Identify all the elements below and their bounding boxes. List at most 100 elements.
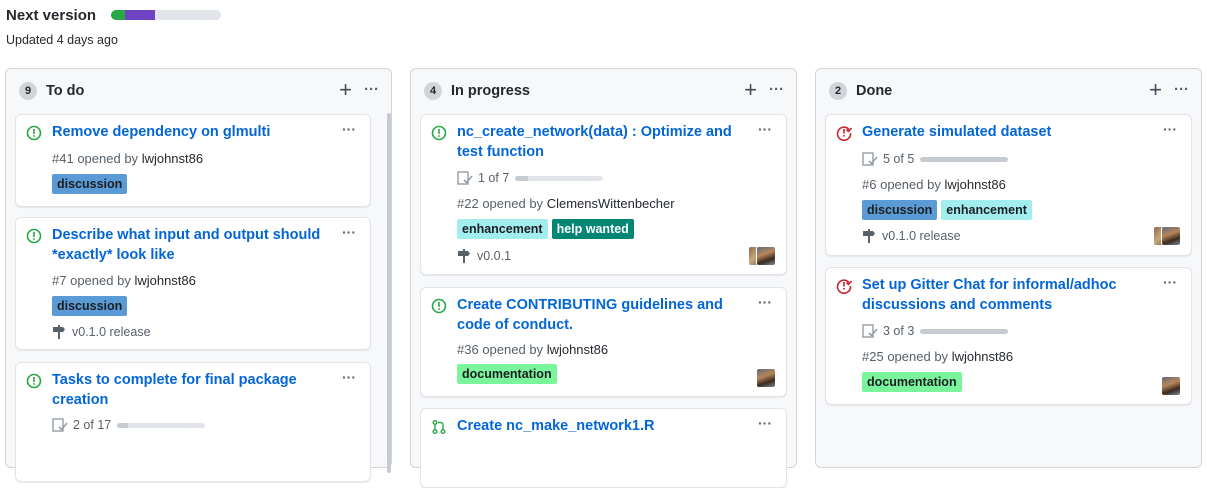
opened-by-text: opened by [880,177,941,192]
milestone-label: v0.0.1 [477,249,512,263]
card-menu-icon[interactable]: ··· [758,294,772,310]
card-title[interactable]: Generate simulated dataset [862,123,1145,143]
issue-number[interactable]: #36 [457,342,479,357]
column-done: 2 Done + ··· Generate simulated dataset … [815,68,1202,468]
milestone[interactable]: v0.1.0 release [862,228,961,244]
checklist-icon [862,324,878,338]
column-header: 4 In progress + ··· [411,69,796,113]
author-link[interactable]: lwjohnst86 [944,177,1005,192]
add-card-icon[interactable]: + [1149,79,1162,101]
card-menu-icon[interactable]: ··· [342,224,356,240]
label-discussion[interactable]: discussion [862,200,938,220]
assignee-avatars [1153,226,1181,246]
opened-by-text: opened by [482,196,544,211]
opened-by-text: opened by [482,342,544,357]
card[interactable]: Tasks to complete for final package crea… [15,362,371,482]
card-menu-icon[interactable]: ··· [1163,274,1177,290]
card[interactable]: Create nc_make_network1.R ··· [420,408,787,488]
card-title[interactable]: nc_create_network(data) : Optimize and t… [457,123,740,162]
progress-done-segment [111,10,126,20]
opened-by-text: opened by [77,151,139,166]
card[interactable]: Generate simulated dataset ··· 5 of 5 #6… [825,114,1192,256]
column-header: 9 To do + ··· [6,69,391,113]
card-meta: #7 opened by lwjohnst86 [52,273,196,288]
checklist-icon [457,171,473,185]
label-list: documentation [457,364,561,384]
card-menu-icon[interactable]: ··· [758,121,772,137]
column-menu-icon[interactable]: ··· [364,82,379,97]
card-menu-icon[interactable]: ··· [342,369,356,385]
opened-by-text: opened by [70,273,131,288]
card-meta: #36 opened by lwjohnst86 [457,342,608,357]
avatar[interactable] [1161,226,1181,246]
scrollbar[interactable] [387,113,391,473]
label-discussion[interactable]: discussion [52,174,128,194]
avatar[interactable] [756,246,776,266]
label-discussion[interactable]: discussion [52,296,128,316]
label-documentation[interactable]: documentation [862,372,962,392]
milestone-label: v0.1.0 release [882,229,961,243]
task-progress: 1 of 7 [457,171,604,185]
card[interactable]: Create CONTRIBUTING guidelines and code … [420,287,787,397]
avatar[interactable] [756,368,776,388]
column-title: In progress [451,83,530,99]
issue-number[interactable]: #25 [862,349,884,364]
card-title[interactable]: Create CONTRIBUTING guidelines and code … [457,296,740,335]
issue-number[interactable]: #6 [862,177,876,192]
label-help-wanted[interactable]: help wanted [551,219,634,239]
milestone-icon [458,249,470,263]
assignee-avatars [1161,376,1181,396]
column-count: 2 [829,82,847,100]
card-title[interactable]: Create nc_make_network1.R [457,417,740,437]
issue-open-icon [26,125,42,141]
card-title[interactable]: Set up Gitter Chat for informal/adhoc di… [862,276,1145,315]
author-link[interactable]: lwjohnst86 [142,151,203,166]
task-count: 3 of 3 [883,324,915,338]
author-link[interactable]: ClemensWittenbecher [547,196,675,211]
card[interactable]: Set up Gitter Chat for informal/adhoc di… [825,267,1192,405]
issue-number[interactable]: #22 [457,196,479,211]
milestone[interactable]: v0.0.1 [457,248,511,264]
label-enhancement[interactable]: enhancement [941,200,1032,220]
issue-number[interactable]: #7 [52,273,66,288]
card[interactable]: nc_create_network(data) : Optimize and t… [420,114,787,275]
card-menu-icon[interactable]: ··· [342,121,356,137]
column-header: 2 Done + ··· [816,69,1201,113]
label-documentation[interactable]: documentation [457,364,557,384]
task-bar [920,328,1009,334]
card-menu-icon[interactable]: ··· [758,415,772,431]
label-list: documentation [862,372,966,392]
assignee-avatars [756,368,776,388]
label-enhancement[interactable]: enhancement [457,219,548,239]
assignee-avatars [748,246,776,266]
card-title[interactable]: Tasks to complete for final package crea… [52,371,324,410]
issue-open-icon [26,228,42,244]
card-meta: #6 opened by lwjohnst86 [862,177,1006,192]
task-bar [117,422,206,428]
card-menu-icon[interactable]: ··· [1163,121,1177,137]
label-list: discussion [52,174,131,194]
label-list: enhancement help wanted [457,219,638,239]
issue-number[interactable]: #41 [52,151,74,166]
column-menu-icon[interactable]: ··· [1174,82,1189,97]
column-menu-icon[interactable]: ··· [769,82,784,97]
task-count: 1 of 7 [478,171,510,185]
issue-open-icon [26,373,42,389]
add-card-icon[interactable]: + [744,79,757,101]
pull-request-icon [432,420,446,434]
column-title: To do [46,83,85,99]
card-title[interactable]: Describe what input and output should *e… [52,226,324,265]
author-link[interactable]: lwjohnst86 [547,342,608,357]
updated-text: Updated 4 days ago [6,33,118,47]
add-card-icon[interactable]: + [339,79,352,101]
milestone[interactable]: v0.1.0 release [52,324,151,340]
card[interactable]: Describe what input and output should *e… [15,217,371,350]
project-title[interactable]: Next version [6,7,96,24]
column-title: Done [856,83,893,99]
card-title[interactable]: Remove dependency on glmulti [52,123,324,143]
author-link[interactable]: lwjohnst86 [952,349,1013,364]
label-list: discussion [52,296,131,316]
avatar[interactable] [1161,376,1181,396]
author-link[interactable]: lwjohnst86 [134,273,195,288]
card[interactable]: Remove dependency on glmulti ··· #41 ope… [15,114,371,207]
